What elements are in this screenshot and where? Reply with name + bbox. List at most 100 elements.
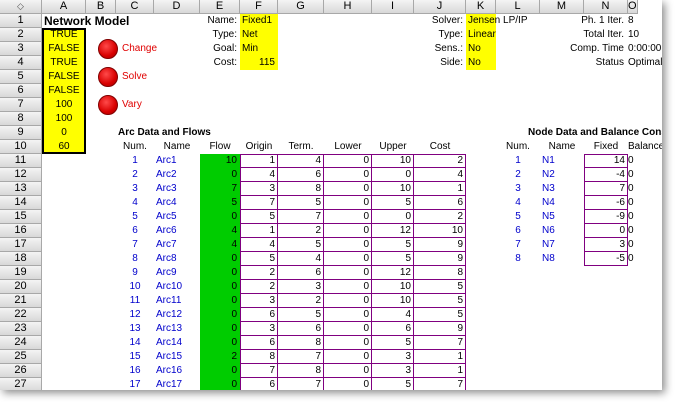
node-balance-cell[interactable]: 0 bbox=[628, 238, 637, 252]
arc-flow-cell[interactable]: 5 bbox=[200, 196, 240, 210]
node-header-name[interactable]: Name bbox=[540, 140, 584, 154]
node-name-cell[interactable]: N7 bbox=[540, 238, 584, 252]
arc-term-cell[interactable]: 6 bbox=[278, 322, 324, 336]
arc-flow-cell[interactable]: 0 bbox=[200, 308, 240, 322]
row-header-13[interactable]: 13 bbox=[0, 182, 42, 196]
solve-button-label[interactable]: Solve bbox=[122, 70, 147, 84]
column-header-h[interactable]: H bbox=[324, 0, 372, 14]
node-num-cell[interactable]: 5 bbox=[496, 210, 540, 224]
node-num-cell[interactable]: 1 bbox=[496, 154, 540, 168]
column-header-l[interactable]: L bbox=[496, 0, 540, 14]
row-header-16[interactable]: 16 bbox=[0, 224, 42, 238]
arc-flow-cell[interactable]: 0 bbox=[200, 280, 240, 294]
arc-flow-cell[interactable]: 2 bbox=[200, 350, 240, 364]
arc-origin-cell[interactable]: 3 bbox=[240, 182, 278, 196]
arc-cost-cell[interactable]: 10 bbox=[414, 224, 466, 238]
arc-lower-cell[interactable]: 0 bbox=[324, 266, 372, 280]
model-flag-cell[interactable]: 0 bbox=[42, 126, 86, 140]
arc-lower-cell[interactable]: 0 bbox=[324, 196, 372, 210]
row-header-27[interactable]: 27 bbox=[0, 378, 42, 390]
node-name-cell[interactable]: N2 bbox=[540, 168, 584, 182]
column-header-n[interactable]: N bbox=[584, 0, 628, 14]
arc-num-cell[interactable]: 17 bbox=[116, 378, 154, 390]
arc-flow-cell[interactable]: 0 bbox=[200, 252, 240, 266]
node-name-cell[interactable]: N4 bbox=[540, 196, 584, 210]
arc-num-cell[interactable]: 14 bbox=[116, 336, 154, 350]
param-type-label[interactable]: Type: bbox=[200, 28, 240, 42]
node-num-cell[interactable]: 4 bbox=[496, 196, 540, 210]
node-name-cell[interactable]: N8 bbox=[540, 252, 584, 266]
solver-side-value[interactable]: No bbox=[466, 56, 496, 70]
node-name-cell[interactable]: N5 bbox=[540, 210, 584, 224]
arc-num-cell[interactable]: 9 bbox=[116, 266, 154, 280]
arc-upper-cell[interactable]: 3 bbox=[372, 350, 414, 364]
column-header-g[interactable]: G bbox=[278, 0, 324, 14]
column-header-i[interactable]: I bbox=[372, 0, 414, 14]
stat-comp-value[interactable]: 0:00:00 bbox=[628, 42, 662, 56]
arc-cost-cell[interactable]: 2 bbox=[414, 154, 466, 168]
row-header-23[interactable]: 23 bbox=[0, 322, 42, 336]
arc-header-cost[interactable]: Cost bbox=[414, 140, 466, 154]
node-name-cell[interactable]: N1 bbox=[540, 154, 584, 168]
arc-num-cell[interactable]: 13 bbox=[116, 322, 154, 336]
arc-cost-cell[interactable]: 7 bbox=[414, 378, 466, 390]
arc-name-cell[interactable]: Arc10 bbox=[154, 280, 200, 294]
arc-origin-cell[interactable]: 6 bbox=[240, 308, 278, 322]
row-header-7[interactable]: 7 bbox=[0, 98, 42, 112]
arc-upper-cell[interactable]: 0 bbox=[372, 168, 414, 182]
model-flag-cell[interactable]: FALSE bbox=[42, 42, 86, 56]
row-header-6[interactable]: 6 bbox=[0, 84, 42, 98]
arc-header-lower[interactable]: Lower bbox=[324, 140, 372, 154]
vary-button-label[interactable]: Vary bbox=[122, 98, 142, 112]
arc-origin-cell[interactable]: 7 bbox=[240, 196, 278, 210]
row-header-12[interactable]: 12 bbox=[0, 168, 42, 182]
node-balance-cell[interactable]: 0 bbox=[628, 168, 637, 182]
arc-lower-cell[interactable]: 0 bbox=[324, 154, 372, 168]
arc-cost-cell[interactable]: 7 bbox=[414, 336, 466, 350]
param-name-value[interactable]: Fixed1 bbox=[240, 14, 278, 28]
arc-header-upper[interactable]: Upper bbox=[372, 140, 414, 154]
node-fixed-cell[interactable]: 14 bbox=[584, 154, 628, 168]
column-header-k[interactable]: K bbox=[466, 0, 496, 14]
solver-solver-label[interactable]: Solver: bbox=[414, 14, 466, 28]
arc-upper-cell[interactable]: 5 bbox=[372, 252, 414, 266]
arc-name-cell[interactable]: Arc16 bbox=[154, 364, 200, 378]
arc-cost-cell[interactable]: 8 bbox=[414, 266, 466, 280]
arc-term-cell[interactable]: 5 bbox=[278, 308, 324, 322]
arc-term-cell[interactable]: 2 bbox=[278, 294, 324, 308]
row-header-4[interactable]: 4 bbox=[0, 56, 42, 70]
arc-term-cell[interactable]: 8 bbox=[278, 364, 324, 378]
arc-upper-cell[interactable]: 5 bbox=[372, 238, 414, 252]
arc-flow-cell[interactable]: 0 bbox=[200, 322, 240, 336]
arc-term-cell[interactable]: 8 bbox=[278, 336, 324, 350]
arc-flow-cell[interactable]: 4 bbox=[200, 238, 240, 252]
stat-status-label[interactable]: Status bbox=[540, 56, 628, 70]
arc-name-cell[interactable]: Arc7 bbox=[154, 238, 200, 252]
arc-lower-cell[interactable]: 0 bbox=[324, 168, 372, 182]
arc-name-cell[interactable]: Arc8 bbox=[154, 252, 200, 266]
arc-cost-cell[interactable]: 9 bbox=[414, 322, 466, 336]
stat-status-value[interactable]: Optimal bbox=[628, 56, 662, 70]
arc-flow-cell[interactable]: 4 bbox=[200, 224, 240, 238]
arc-cost-cell[interactable]: 9 bbox=[414, 252, 466, 266]
arc-cost-cell[interactable]: 5 bbox=[414, 280, 466, 294]
arc-num-cell[interactable]: 11 bbox=[116, 294, 154, 308]
column-header-b[interactable]: B bbox=[86, 0, 116, 14]
arc-header-num[interactable]: Num. bbox=[116, 140, 154, 154]
arc-name-cell[interactable]: Arc3 bbox=[154, 182, 200, 196]
arc-origin-cell[interactable]: 3 bbox=[240, 294, 278, 308]
arc-flow-cell[interactable]: 0 bbox=[200, 378, 240, 390]
arc-num-cell[interactable]: 4 bbox=[116, 196, 154, 210]
node-num-cell[interactable]: 3 bbox=[496, 182, 540, 196]
arc-upper-cell[interactable]: 0 bbox=[372, 210, 414, 224]
row-header-5[interactable]: 5 bbox=[0, 70, 42, 84]
arc-lower-cell[interactable]: 0 bbox=[324, 224, 372, 238]
node-num-cell[interactable]: 2 bbox=[496, 168, 540, 182]
solve-button[interactable] bbox=[98, 67, 118, 87]
arc-term-cell[interactable]: 8 bbox=[278, 182, 324, 196]
param-type-value[interactable]: Net bbox=[240, 28, 278, 42]
column-header-e[interactable]: E bbox=[200, 0, 240, 14]
arc-term-cell[interactable]: 2 bbox=[278, 224, 324, 238]
row-header-15[interactable]: 15 bbox=[0, 210, 42, 224]
param-cost-value[interactable]: 115 bbox=[240, 56, 278, 70]
